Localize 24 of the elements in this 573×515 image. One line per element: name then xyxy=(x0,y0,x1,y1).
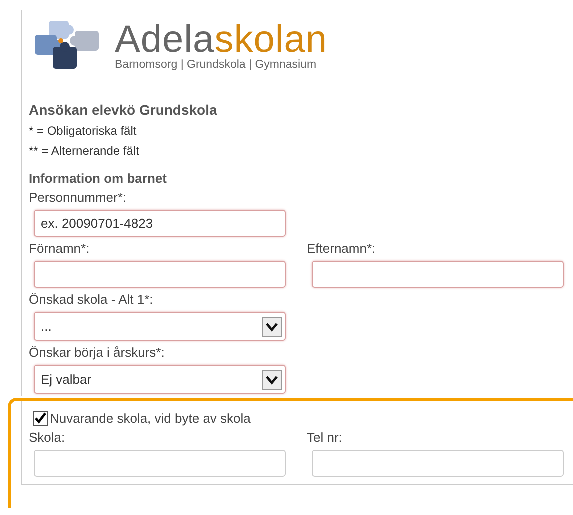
field-label: Efternamn*: xyxy=(307,241,377,257)
field-label: Önskar börja i årskurs*: xyxy=(29,345,166,361)
legend-note: * = Obligatoriska fält xyxy=(29,124,138,138)
input-field[interactable]: ex. 20090701-4823 xyxy=(34,210,286,237)
chevron-down-icon xyxy=(262,316,282,336)
checkbox[interactable] xyxy=(33,411,48,426)
form-title: Ansökan elevkö Grundskola xyxy=(29,102,218,118)
section-heading: Information om barnet xyxy=(29,171,168,186)
field-label: Önskad skola - Alt 1*: xyxy=(29,292,154,308)
checkbox-label: Nuvarande skola, vid byte av skola xyxy=(50,411,251,426)
legend-note: ** = Alternerande fält xyxy=(29,144,140,158)
field-label: Tel nr: xyxy=(307,430,344,446)
school-name: Adelaskolan xyxy=(115,20,328,60)
chevron-down-icon xyxy=(262,370,282,390)
dropdown-field[interactable]: ... xyxy=(34,312,286,341)
input-field[interactable] xyxy=(312,450,564,477)
input-field[interactable] xyxy=(312,261,564,288)
field-label: Personnummer*: xyxy=(29,190,128,206)
input-field[interactable] xyxy=(34,450,286,477)
tagline: Barnomsorg | Grundskola | Gymnasium xyxy=(115,58,318,70)
field-label: Förnamn*: xyxy=(29,241,91,257)
dropdown-field[interactable]: Ej valbar xyxy=(34,365,286,394)
input-field[interactable] xyxy=(34,261,286,288)
field-label: Skola: xyxy=(29,430,66,446)
